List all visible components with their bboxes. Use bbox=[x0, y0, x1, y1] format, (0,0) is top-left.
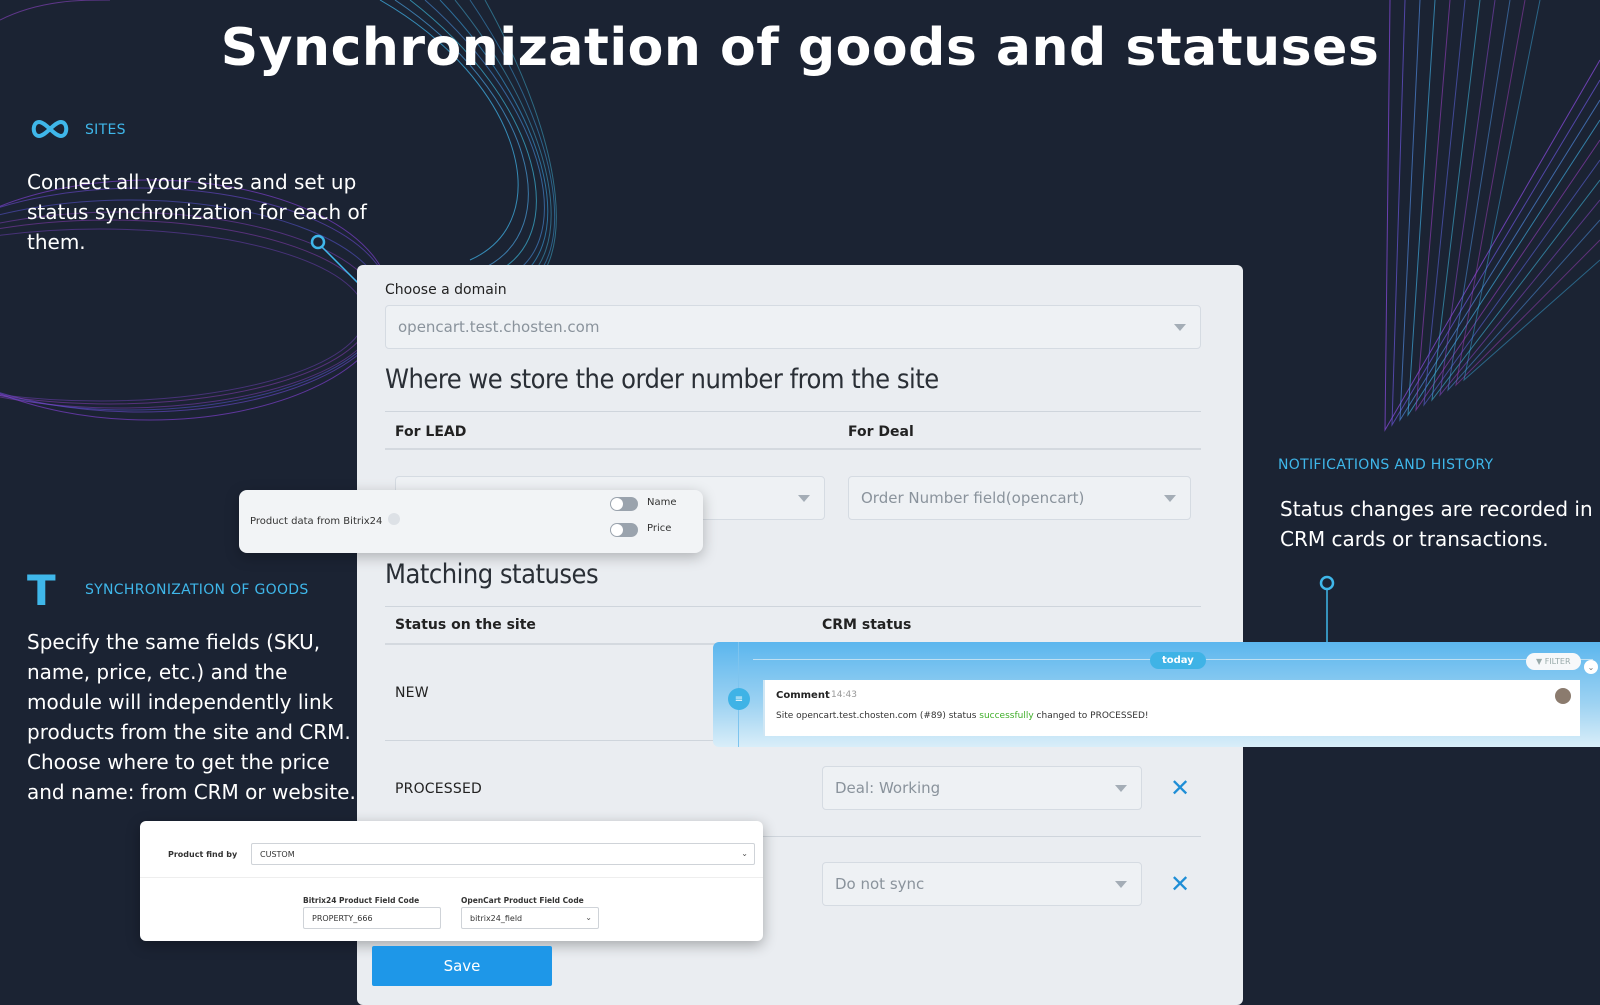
bitrix-field-value: PROPERTY_666 bbox=[312, 913, 373, 923]
info-icon bbox=[388, 513, 400, 525]
price-toggle[interactable] bbox=[610, 523, 638, 537]
product-find-label: Product find by bbox=[168, 850, 238, 859]
divider bbox=[385, 448, 1201, 450]
chevron-down-icon bbox=[1115, 785, 1127, 792]
name-toggle[interactable] bbox=[610, 497, 638, 511]
product-data-label: Product data from Bitrix24 bbox=[250, 516, 383, 527]
for-lead-header: For LEAD bbox=[395, 424, 467, 440]
divider bbox=[140, 877, 763, 878]
opencart-field-value: bitrix24_field bbox=[470, 913, 523, 923]
opencart-field-label: OpenCart Product Field Code bbox=[461, 896, 584, 905]
chevron-down-icon bbox=[1174, 324, 1186, 331]
sites-label: SITES bbox=[85, 122, 126, 138]
product-data-popup: Product data from Bitrix24 Name Price bbox=[239, 490, 703, 553]
page-title: Synchronization of goods and statuses bbox=[220, 18, 1380, 78]
status-site-header: Status on the site bbox=[395, 617, 536, 633]
matching-statuses-heading: Matching statuses bbox=[385, 559, 599, 590]
name-toggle-label: Name bbox=[647, 497, 677, 508]
chevron-down-icon[interactable]: ⌄ bbox=[1584, 660, 1598, 674]
crm-status-header: CRM status bbox=[822, 617, 912, 633]
comment-title: Comment bbox=[776, 690, 830, 701]
site-status-processed: PROCESSED bbox=[395, 781, 483, 797]
message-text: Site opencart.test.chosten.com (#89) sta… bbox=[776, 711, 977, 721]
today-badge: today bbox=[1150, 652, 1206, 669]
opencart-field-select[interactable]: bitrix24_field ⌄ bbox=[461, 907, 599, 929]
remove-row-button[interactable]: ✕ bbox=[1170, 872, 1190, 896]
filter-button[interactable]: ▼ FILTER bbox=[1526, 653, 1581, 670]
notifications-description: Status changes are recorded in CRM cards… bbox=[1280, 497, 1593, 551]
chevron-down-icon: ⌄ bbox=[585, 913, 592, 922]
chevron-down-icon bbox=[798, 495, 810, 502]
message-text: changed to PROCESSED! bbox=[1036, 711, 1149, 721]
notifications-label: NOTIFICATIONS AND HISTORY bbox=[1278, 457, 1494, 473]
notification-timeline: today ▼ FILTER ≡ Comment 14:43 Site open… bbox=[713, 642, 1600, 747]
message-success: successfully bbox=[979, 711, 1034, 721]
comment-icon: ≡ bbox=[728, 688, 750, 710]
site-status-new: NEW bbox=[395, 685, 429, 701]
product-find-popup: Product find by CUSTOM ⌄ Bitrix24 Produc… bbox=[140, 821, 763, 941]
domain-label: Choose a domain bbox=[385, 282, 507, 298]
crm-status-select[interactable]: Do not sync bbox=[822, 862, 1142, 906]
deal-field-value: Order Number field(opencart) bbox=[861, 489, 1085, 507]
divider bbox=[385, 411, 1201, 412]
deal-field-select[interactable]: Order Number field(opencart) bbox=[848, 476, 1191, 520]
infinity-icon bbox=[31, 119, 69, 139]
remove-row-button[interactable]: ✕ bbox=[1170, 776, 1190, 800]
chevron-down-icon bbox=[1115, 881, 1127, 888]
goods-description: Specify the same fields (SKU, name, pric… bbox=[27, 630, 356, 804]
for-deal-header: For Deal bbox=[848, 424, 914, 440]
domain-value: opencart.test.chosten.com bbox=[398, 318, 600, 336]
letter-t-icon: T bbox=[27, 566, 56, 615]
bitrix-field-input[interactable]: PROPERTY_666 bbox=[303, 907, 441, 929]
chevron-down-icon: ⌄ bbox=[741, 849, 748, 858]
product-find-select[interactable]: CUSTOM ⌄ bbox=[251, 843, 755, 865]
price-toggle-label: Price bbox=[647, 523, 672, 534]
comment-card: Comment 14:43 Site opencart.test.chosten… bbox=[763, 680, 1580, 736]
save-button[interactable]: Save bbox=[372, 946, 552, 986]
domain-select[interactable]: opencart.test.chosten.com bbox=[385, 305, 1201, 349]
divider bbox=[385, 606, 1201, 607]
avatar bbox=[1555, 688, 1571, 704]
chevron-down-icon bbox=[1164, 495, 1176, 502]
filter-label: FILTER bbox=[1544, 657, 1571, 666]
crm-status-value: Do not sync bbox=[835, 875, 925, 893]
goods-label: SYNCHRONIZATION OF GOODS bbox=[85, 582, 309, 598]
crm-status-value: Deal: Working bbox=[835, 779, 941, 797]
comment-time: 14:43 bbox=[831, 690, 857, 700]
order-number-heading: Where we store the order number from the… bbox=[385, 364, 939, 395]
crm-status-select[interactable]: Deal: Working bbox=[822, 766, 1142, 810]
comment-message: Site opencart.test.chosten.com (#89) sta… bbox=[776, 711, 1149, 721]
product-find-value: CUSTOM bbox=[260, 849, 295, 859]
bitrix-field-label: Bitrix24 Product Field Code bbox=[303, 896, 420, 905]
